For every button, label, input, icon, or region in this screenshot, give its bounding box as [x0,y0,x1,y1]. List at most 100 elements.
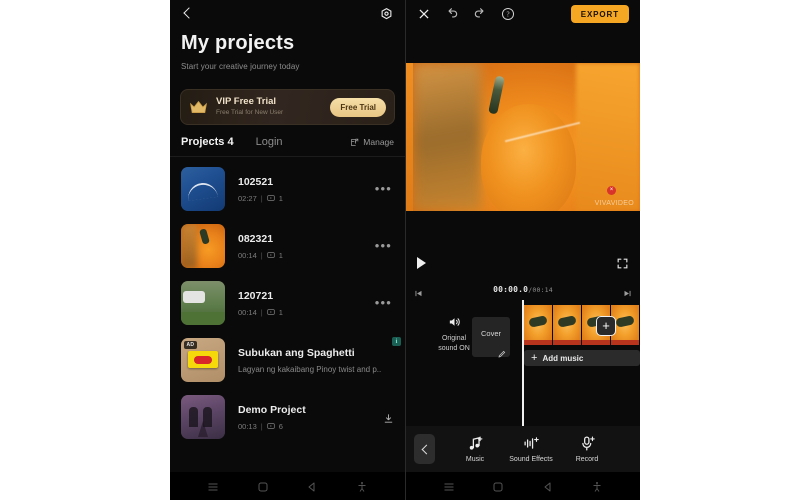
back-icon[interactable] [542,480,554,492]
project-meta: 00:13 | 6 [238,422,383,431]
android-navbar-left [170,472,405,500]
music-note-add-icon [447,435,503,452]
preview-frame: × VIVAVIDEO [413,63,640,211]
help-circle-icon[interactable]: ? [501,7,515,21]
undo-icon[interactable] [445,7,459,21]
redo-icon[interactable] [473,7,487,21]
expand-icon[interactable] [616,257,629,270]
project-clip-count: 1 [278,250,283,260]
volume-on-icon [447,315,462,329]
sound-wave-add-icon [503,435,559,452]
clip-frame[interactable] [553,305,582,345]
original-sound-label-line1: Original [441,335,467,342]
export-button[interactable]: EXPORT [570,5,629,23]
external-link-icon [350,138,359,147]
clips-icon [267,251,275,259]
toolbar-item-sound-effects[interactable]: Sound Effects [503,435,559,463]
project-row[interactable]: 102521 02:27 | 1 ••• [170,160,405,217]
project-thumbnail [181,394,225,439]
project-info: 082321 00:14 | 1 [238,232,373,260]
android-navbar-right [406,472,640,500]
project-thumbnail [181,223,225,268]
add-music-label: Add music [542,353,584,363]
project-name: 102521 [238,175,274,188]
more-options-icon[interactable]: ••• [373,236,394,256]
project-duration: 00:14 [238,307,257,317]
back-icon[interactable] [181,7,195,21]
editor-topbar: ? EXPORT [406,0,640,28]
tab-projects[interactable]: Projects 4 [181,136,234,148]
ad-title: Subukan ang Spaghetti [238,346,355,359]
close-icon[interactable] [417,7,431,21]
ad-info-icon[interactable]: i [392,337,401,346]
free-trial-button[interactable]: Free Trial [330,97,386,117]
menu-icon[interactable] [443,480,455,492]
toolbar-back-button[interactable] [414,434,435,464]
menu-icon[interactable] [207,480,219,492]
screenshot-stage: My projects Start your creative journey … [0,0,800,500]
project-duration: 00:14 [238,250,257,260]
ad-description: Lagyan ng kakaibang Pinoy twist and p.. [238,364,382,374]
ad-thumbnail: AD [181,337,225,382]
plus-icon: + [531,351,538,364]
play-icon[interactable] [417,257,426,269]
vip-banner-title: VIP Free Trial [216,96,277,107]
left-topbar [170,0,405,28]
manage-button[interactable]: Manage [350,137,394,147]
home-icon[interactable] [492,480,504,492]
crown-icon [189,99,208,115]
timeline-time-bar: 00:00.0/00:14 [406,281,640,297]
ad-list-item[interactable]: AD Subukan ang Spaghetti Lagyan ng kakai… [170,331,405,388]
cover-label: Cover [480,329,501,338]
project-row[interactable]: Demo Project 00:13 | 6 [170,388,405,445]
accessibility-icon[interactable] [591,480,603,492]
toolbar-label: Music [465,456,485,463]
video-preview[interactable]: × VIVAVIDEO [406,63,640,211]
cover-button[interactable]: Cover [472,317,510,358]
project-duration: 02:27 [238,193,257,203]
original-sound-toggle[interactable]: Original sound ON [430,315,478,354]
manage-label: Manage [363,137,394,147]
toolbar-item-music[interactable]: Music [447,435,503,463]
projects-screen: My projects Start your creative journey … [170,0,405,500]
project-thumbnail [181,280,225,325]
current-time: 00:00.0 [493,284,529,294]
project-info: 120721 00:14 | 1 [238,289,373,317]
time-display: 00:00.0/00:14 [493,285,553,294]
page-subtitle: Start your creative journey today [181,62,300,71]
clip-frame[interactable] [524,305,553,345]
more-options-icon[interactable]: ••• [373,179,394,199]
projects-list: 102521 02:27 | 1 ••• 082321 00:14 | 1 ••… [170,160,405,472]
project-row[interactable]: 120721 00:14 | 1 ••• [170,274,405,331]
skip-next-icon[interactable] [623,285,632,296]
accessibility-icon[interactable] [356,480,368,492]
timeline-clip-strip[interactable]: + [524,305,640,345]
more-options-icon[interactable]: ••• [373,293,394,313]
toolbar-label: Record [575,456,599,463]
tab-login[interactable]: Login [256,136,283,148]
project-meta: 02:27 | 1 [238,194,373,203]
project-row[interactable]: 082321 00:14 | 1 ••• [170,217,405,274]
gear-icon[interactable] [379,7,394,22]
project-duration: 00:13 [238,421,257,431]
player-controls [406,250,640,276]
home-icon[interactable] [257,480,269,492]
back-icon[interactable] [306,480,318,492]
svg-text:?: ? [506,11,509,19]
add-clip-button[interactable]: + [596,316,616,336]
toolbar-item-record[interactable]: Record [559,435,615,463]
download-icon[interactable] [383,411,394,423]
toolbar-label: Sound Effects [509,456,553,463]
header-divider [170,156,405,157]
chevron-left-icon [421,444,431,454]
vip-free-trial-banner[interactable]: VIP Free Trial Free Trial for New User F… [180,89,395,125]
meta-separator: | [260,421,263,431]
page-title: My projects [181,32,295,54]
watermark-close-icon[interactable]: × [607,186,616,195]
project-clip-count: 6 [278,421,283,431]
add-music-button[interactable]: + Add music [524,350,640,366]
skip-previous-icon[interactable] [414,285,423,296]
project-info: 102521 02:27 | 1 [238,175,373,203]
project-name: 082321 [238,232,274,245]
microphone-add-icon [559,435,615,452]
